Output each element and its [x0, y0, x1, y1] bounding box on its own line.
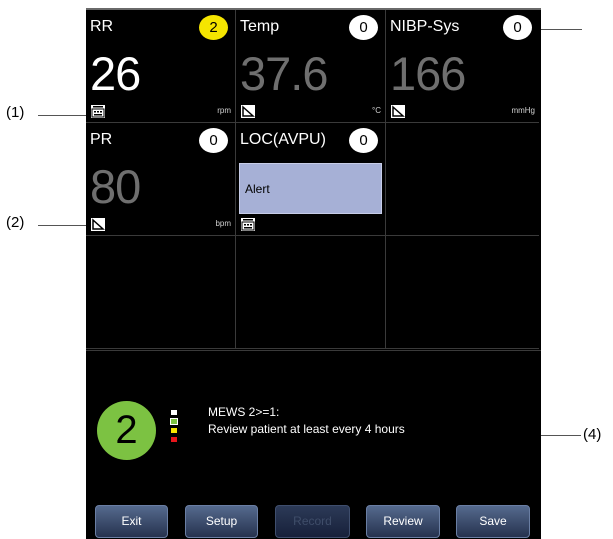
keyboard-icon: [241, 218, 255, 231]
level-indicator-red: [171, 437, 177, 442]
param-tile-empty: [86, 236, 236, 349]
score-badge: 0: [349, 15, 378, 40]
param-label: PR: [90, 131, 113, 148]
callout-3-line: [538, 29, 582, 30]
param-tile-loc-avpu[interactable]: LOC(AVPU) 0 Alert: [236, 123, 386, 236]
mews-rule-title: MEWS 2>=1:: [208, 405, 280, 419]
save-button[interactable]: Save: [456, 505, 530, 538]
param-label: RR: [90, 18, 114, 35]
measurement-icon: [241, 105, 255, 118]
record-button[interactable]: Record: [275, 505, 350, 538]
param-tile-empty: [386, 123, 539, 236]
callout-1-line: [38, 115, 90, 116]
score-badge: 0: [199, 128, 228, 153]
parameter-grid: RR 2 26 rpm Temp 0 37.6 °C NIBP-Sys 0 16…: [86, 10, 541, 350]
callout-2-line: [38, 225, 90, 226]
param-label: NIBP-Sys: [390, 18, 460, 35]
param-value: 37.6: [240, 47, 328, 100]
param-tile-temp[interactable]: Temp 0 37.6 °C: [236, 10, 386, 123]
total-score-area: 2 MEWS 2>=1: Review patient at least eve…: [86, 350, 541, 501]
score-badge: 0: [349, 128, 378, 153]
level-indicator-green: [170, 418, 178, 425]
param-unit: °C: [372, 106, 381, 115]
param-tile-rr[interactable]: RR 2 26 rpm: [86, 10, 236, 123]
setup-button[interactable]: Setup: [185, 505, 258, 538]
mews-recommendation: Review patient at least every 4 hours: [208, 422, 405, 436]
score-badge: 0: [503, 15, 532, 40]
param-unit: bpm: [215, 219, 231, 228]
measurement-icon: [91, 218, 105, 231]
param-label: LOC(AVPU): [240, 131, 326, 148]
param-unit: rpm: [217, 106, 231, 115]
loc-value: Alert: [245, 182, 270, 196]
level-indicator-white: [171, 410, 177, 415]
level-indicator-yellow: [171, 428, 177, 433]
callout-2: (2): [6, 214, 25, 231]
param-value: 80: [90, 160, 141, 213]
total-score: 2: [97, 401, 156, 460]
param-tile-empty: [236, 236, 386, 349]
param-value: 166: [390, 47, 466, 100]
review-button[interactable]: Review: [366, 505, 440, 538]
keyboard-icon: [91, 105, 105, 118]
callout-4: (4): [583, 426, 602, 443]
measurement-icon: [391, 105, 405, 118]
param-label: Temp: [240, 18, 280, 35]
loc-value-box[interactable]: Alert: [239, 163, 382, 214]
mews-screen: RR 2 26 rpm Temp 0 37.6 °C NIBP-Sys 0 16…: [86, 8, 541, 539]
exit-button[interactable]: Exit: [95, 505, 168, 538]
callout-1: (1): [6, 104, 25, 121]
score-badge: 2: [199, 15, 228, 40]
param-value: 26: [90, 47, 141, 100]
param-tile-pr[interactable]: PR 0 80 bpm: [86, 123, 236, 236]
param-tile-empty: [386, 236, 539, 349]
param-unit: mmHg: [511, 106, 535, 115]
param-tile-nibp-sys[interactable]: NIBP-Sys 0 166 mmHg: [386, 10, 539, 123]
